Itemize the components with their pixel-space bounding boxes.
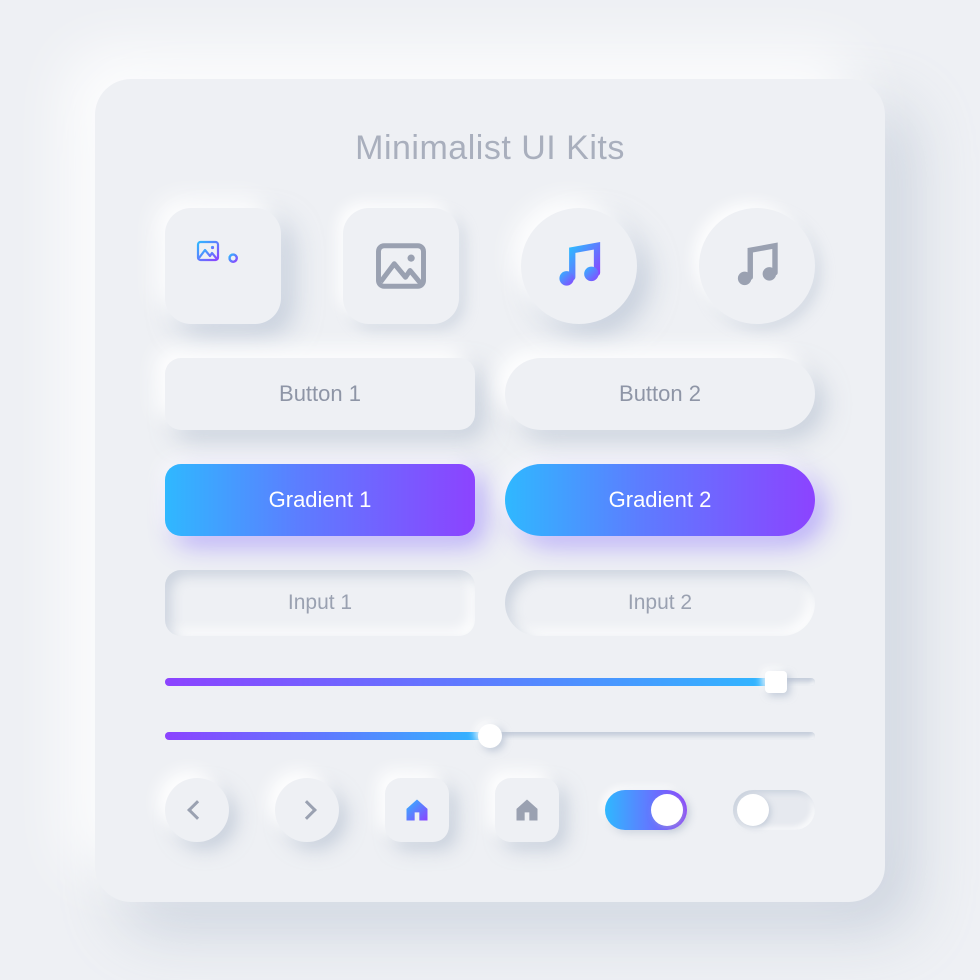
input-row [165, 570, 815, 636]
button-label: Gradient 2 [609, 487, 712, 513]
music-tile-gradient[interactable] [521, 208, 637, 324]
gradient-button-1[interactable]: Gradient 1 [165, 464, 475, 536]
slider-1[interactable] [165, 670, 815, 694]
button-label: Gradient 1 [269, 487, 372, 513]
slider-thumb[interactable] [765, 671, 787, 693]
button-1[interactable]: Button 1 [165, 358, 475, 430]
slider-block [165, 670, 815, 748]
image-tile-gradient[interactable] [165, 208, 281, 324]
toggle-knob [651, 794, 683, 826]
music-icon [552, 239, 606, 293]
toggle-off[interactable] [733, 790, 815, 830]
image-icon [374, 239, 428, 293]
page-title: Minimalist UI Kits [165, 129, 815, 168]
button-2[interactable]: Button 2 [505, 358, 815, 430]
home-icon [513, 796, 541, 824]
image-icon [196, 239, 250, 293]
toggle-on[interactable] [605, 790, 687, 830]
home-button-muted[interactable] [495, 778, 559, 842]
chevron-left-icon [187, 800, 207, 820]
home-button-gradient[interactable] [385, 778, 449, 842]
toggle-knob [737, 794, 769, 826]
gradient-button-2[interactable]: Gradient 2 [505, 464, 815, 536]
button-label: Button 2 [619, 381, 701, 407]
image-tile-muted[interactable] [343, 208, 459, 324]
button-row: Button 1 Button 2 [165, 358, 815, 430]
button-label: Button 1 [279, 381, 361, 407]
prev-button[interactable] [165, 778, 229, 842]
home-icon [403, 796, 431, 824]
music-icon [730, 239, 784, 293]
music-tile-muted[interactable] [699, 208, 815, 324]
slider-2[interactable] [165, 724, 815, 748]
controls-row [165, 778, 815, 842]
slider-fill [165, 732, 490, 740]
gradient-button-row: Gradient 1 Gradient 2 [165, 464, 815, 536]
input-2[interactable] [505, 570, 815, 636]
next-button[interactable] [275, 778, 339, 842]
chevron-right-icon [297, 800, 317, 820]
slider-fill [165, 678, 776, 686]
slider-thumb[interactable] [478, 724, 502, 748]
ui-kit-panel: Minimalist UI Kits Button 1 Button 2 Gra… [95, 79, 885, 902]
icon-tile-row [165, 208, 815, 324]
input-1[interactable] [165, 570, 475, 636]
